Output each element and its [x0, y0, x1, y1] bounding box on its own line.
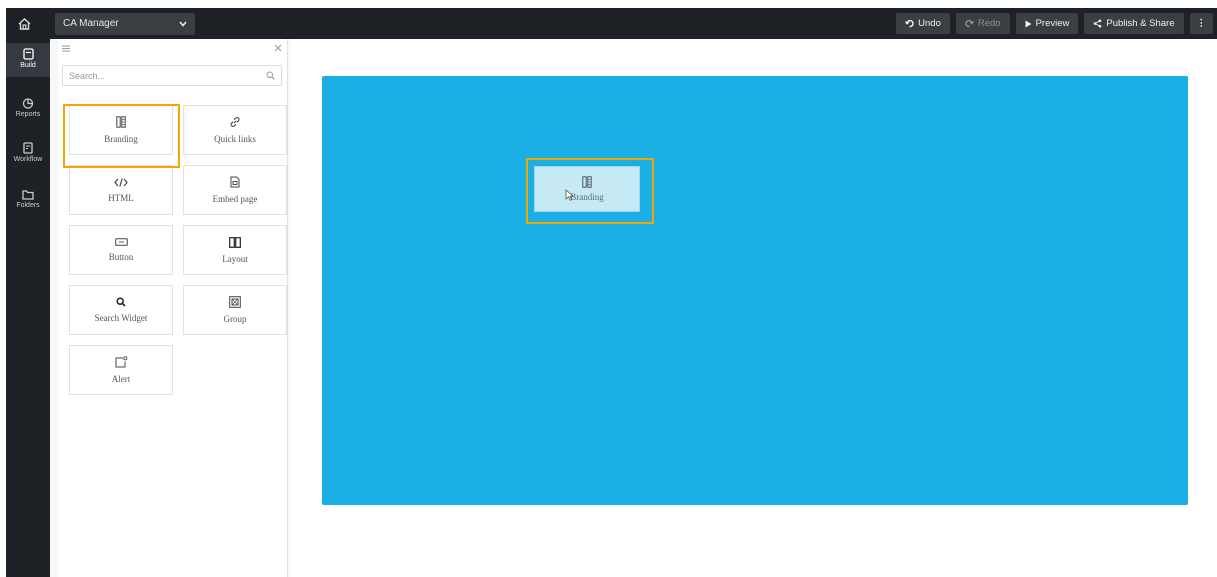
preview-label: Preview [1035, 18, 1070, 29]
redo-label: Redo [977, 18, 1001, 29]
home-button[interactable] [6, 8, 42, 39]
top-bar: CA Manager Undo Redo Preview Publish & S… [6, 8, 1217, 39]
undo-icon [905, 19, 914, 28]
nav-label-workflow: Workflow [13, 156, 43, 163]
nav-item-build[interactable]: Build [6, 43, 50, 77]
canvas-area: Branding [290, 39, 1217, 577]
publish-share-label: Publish & Share [1106, 18, 1175, 29]
nav-item-reports[interactable]: Reports [6, 97, 50, 127]
left-nav: Build Reports Workflow Folders [6, 39, 50, 577]
widget-label: Layout [222, 253, 248, 264]
nav-label-reports: Reports [15, 111, 41, 118]
widget-embed-page[interactable]: Embed page [183, 165, 287, 215]
alert-icon [115, 356, 127, 368]
widget-label: Group [223, 314, 247, 324]
widget-label: HTML [108, 192, 134, 203]
preview-button[interactable]: Preview [1015, 13, 1079, 34]
widget-html[interactable]: HTML [69, 165, 173, 215]
button-icon [114, 238, 128, 246]
widget-label: Alert [111, 374, 131, 384]
widget-layout[interactable]: Layout [183, 225, 287, 275]
build-icon [22, 48, 34, 60]
embed-page-icon [230, 176, 240, 188]
share-icon [1094, 19, 1102, 28]
play-icon [1025, 20, 1032, 27]
link-icon [230, 117, 240, 127]
nav-item-workflow[interactable]: Workflow [6, 142, 50, 172]
nav-label-folders: Folders [16, 202, 40, 209]
panel-header [58, 39, 288, 61]
widget-panel: Branding Quick links HTML Embed page But… [58, 39, 288, 577]
app-selector[interactable]: CA Manager [55, 12, 195, 35]
widget-label: Embed page [212, 194, 258, 204]
widget-label: Search Widget [94, 313, 148, 323]
widget-branding[interactable]: Branding [69, 105, 173, 155]
group-icon [229, 296, 241, 308]
nav-item-folders[interactable]: Folders [6, 189, 50, 219]
reports-icon [22, 98, 34, 109]
layout-icon [229, 236, 241, 248]
redo-icon [965, 19, 974, 28]
nav-label-build: Build [20, 62, 36, 69]
undo-label: Undo [918, 18, 941, 29]
widget-quick-links[interactable]: Quick links [183, 105, 287, 155]
widget-group[interactable]: Group [183, 285, 287, 335]
widget-label: Button [108, 252, 134, 262]
cursor-icon [565, 189, 574, 201]
page-canvas[interactable]: Branding [322, 76, 1188, 505]
more-options-button[interactable]: ⋮ [1189, 13, 1213, 34]
more-vertical-icon: ⋮ [1196, 18, 1207, 29]
undo-button[interactable]: Undo [896, 13, 950, 34]
close-icon[interactable] [274, 44, 282, 52]
app-selector-label: CA Manager [63, 18, 119, 29]
publish-share-button[interactable]: Publish & Share [1084, 13, 1184, 34]
search-icon [266, 71, 275, 80]
widget-search-widget[interactable]: Search Widget [69, 285, 173, 335]
drag-ghost-label: Branding [570, 192, 604, 202]
widget-label: Quick links [214, 134, 256, 144]
widget-button[interactable]: Button [69, 225, 173, 275]
folder-icon [22, 190, 34, 200]
widget-search [62, 65, 282, 86]
app-frame: CA Manager Undo Redo Preview Publish & S… [6, 8, 1217, 577]
branding-icon [582, 176, 592, 188]
code-icon [114, 177, 128, 187]
search-icon [116, 297, 126, 307]
branding-icon [116, 116, 126, 128]
menu-icon[interactable] [62, 45, 70, 52]
search-input[interactable] [69, 70, 249, 81]
chevron-down-icon [179, 20, 187, 27]
home-icon [18, 17, 30, 30]
dragged-branding-widget[interactable]: Branding [534, 166, 640, 212]
redo-button[interactable]: Redo [955, 13, 1010, 34]
widget-alert[interactable]: Alert [69, 345, 173, 395]
workflow-icon [23, 142, 33, 154]
top-actions: Undo Redo Preview Publish & Share ⋮ [896, 8, 1213, 39]
widget-label: Branding [104, 134, 138, 144]
